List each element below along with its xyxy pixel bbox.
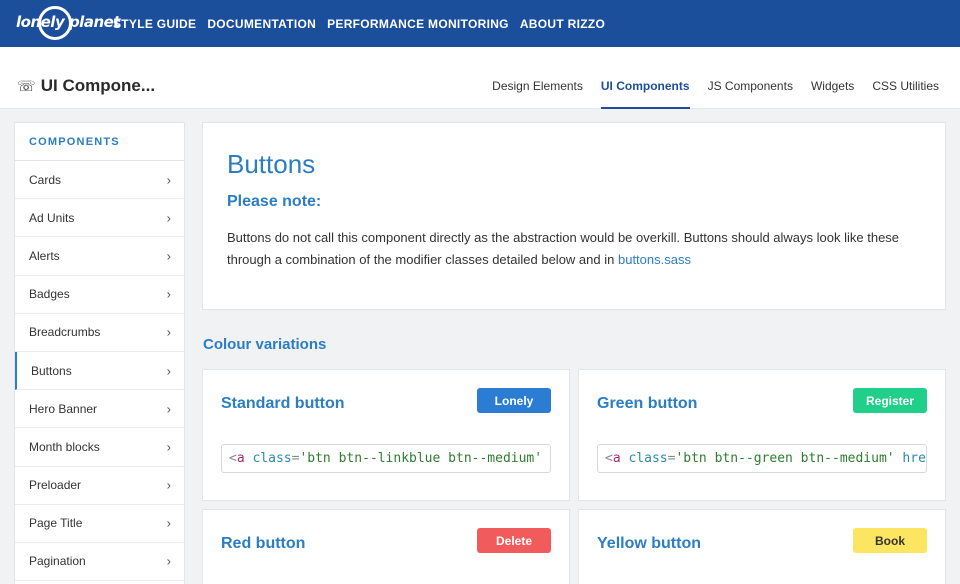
intro-paragraph: Buttons do not call this component direc… [227, 227, 927, 271]
topnav-documentation[interactable]: DOCUMENTATION [207, 17, 316, 31]
code-rest: hre [894, 451, 926, 466]
register-button[interactable]: Register [853, 388, 927, 413]
chevron-right-icon: › [166, 324, 171, 340]
tab-design-elements[interactable]: Design Elements [492, 47, 583, 109]
sidebar-item-ad-units[interactable]: Ad Units › [15, 199, 184, 238]
card-yellow-button: Yellow button Book [578, 509, 946, 584]
section-tabs: Design Elements UI Components JS Compone… [492, 47, 939, 109]
chevron-right-icon: › [166, 401, 171, 417]
chevron-right-icon: › [166, 210, 171, 226]
top-nav: STYLE GUIDE DOCUMENTATION PERFORMANCE MO… [113, 0, 605, 47]
sidebar-item-pagination[interactable]: Pagination › [15, 543, 184, 582]
code-tag: a [236, 451, 245, 466]
code-eq: = [667, 451, 676, 466]
sidebar-item-page-title[interactable]: Page Title › [15, 505, 184, 543]
tab-css-utilities[interactable]: CSS Utilities [872, 47, 939, 109]
lonely-planet-logo[interactable]: lonely planet [16, 6, 120, 42]
tab-ui-components[interactable]: UI Components [600, 47, 690, 109]
page-title-text: UI Compone... [40, 76, 156, 95]
card-title: Green button [597, 395, 698, 412]
code-lt: < [605, 451, 613, 466]
book-button[interactable]: Book [853, 528, 927, 553]
chevron-right-icon: › [166, 477, 171, 493]
code-eq: = [291, 451, 300, 466]
sidebar-item-preloader[interactable]: Preloader › [15, 467, 184, 505]
chevron-right-icon: › [166, 248, 171, 264]
chevron-right-icon: › [166, 515, 171, 531]
page-title: ☏ UI Compone... [17, 76, 155, 96]
chevron-right-icon: › [166, 553, 171, 569]
code-tag: a [612, 451, 621, 466]
sidebar-item-label: Ad Units [29, 210, 75, 225]
sidebar-item-label: Badges [29, 287, 70, 302]
code-value: 'btn btn--green btn--medium' [675, 451, 895, 466]
code-attr: class [628, 451, 668, 466]
sidebar-item-cards[interactable]: Cards › [15, 161, 184, 200]
intro-panel: Buttons Please note: Buttons do not call… [202, 122, 946, 310]
note-heading: Please note: [227, 193, 322, 210]
sidebar-item-breadcrumbs[interactable]: Breadcrumbs › [15, 314, 184, 352]
code-snippet[interactable]: < a class ='btn btn--linkblue btn--medium' [221, 444, 551, 473]
sidebar-item-label: Hero Banner [29, 401, 98, 416]
card-red-button: Red button Delete [202, 509, 570, 584]
code-lt: < [229, 451, 237, 466]
logo-text: lonely planet [16, 13, 120, 31]
card-green-button: Green button Register < a class ='btn btn-… [578, 369, 946, 501]
tab-js-components[interactable]: JS Components [708, 47, 793, 109]
sidebar-item-label: Pagination [29, 554, 86, 569]
tab-widgets[interactable]: Widgets [811, 47, 854, 109]
sidebar-item-label: Month blocks [29, 439, 100, 454]
card-title: Standard button [221, 395, 345, 412]
sidebar-item-label: Buttons [31, 363, 72, 378]
intro-body: Buttons do not call this component direc… [227, 230, 900, 267]
components-sidebar: COMPONENTS Cards › Ad Units › Alerts › Badg… [14, 122, 185, 584]
top-bar: lonely planet STYLE GUIDE DOCUMENTATION … [0, 0, 960, 47]
sidebar-item-label: Cards [29, 172, 62, 187]
lonely-button[interactable]: Lonely [477, 388, 551, 413]
chevron-right-icon: › [166, 439, 171, 455]
topnav-style-guide[interactable]: STYLE GUIDE [113, 17, 196, 31]
buttons-sass-link[interactable]: buttons.sass [618, 252, 691, 267]
code-value: 'btn btn--linkblue btn--medium' [299, 451, 543, 466]
components-icon: ☏ [17, 78, 36, 95]
code-snippet[interactable]: < a class ='btn btn--green btn--medium' hr… [597, 444, 927, 473]
card-standard-button: Standard button Lonely < a class ='btn btn… [202, 369, 570, 501]
sidebar-item-hero-banner[interactable]: Hero Banner › [15, 390, 184, 429]
delete-button[interactable]: Delete [477, 528, 551, 553]
sub-header: ☏ UI Compone... Design Elements UI Compo… [0, 47, 960, 109]
sidebar-item-month-blocks[interactable]: Month blocks › [15, 428, 184, 467]
chevron-right-icon: › [166, 286, 171, 302]
card-title: Yellow button [597, 535, 701, 552]
sidebar-item-buttons[interactable]: Buttons › [15, 351, 184, 391]
colour-variations-heading: Colour variations [203, 336, 327, 353]
topnav-performance-monitoring[interactable]: PERFORMANCE MONITORING [327, 17, 509, 31]
sidebar-item-label: Preloader [29, 478, 82, 493]
sidebar-item-label: Alerts [29, 248, 60, 263]
code-attr: class [252, 451, 292, 466]
topnav-about-rizzo[interactable]: ABOUT RIZZO [520, 17, 605, 31]
card-title: Red button [221, 535, 306, 552]
sidebar-heading: COMPONENTS [15, 123, 184, 161]
sidebar-item-alerts[interactable]: Alerts › [15, 237, 184, 276]
section-heading: Buttons [227, 149, 316, 179]
sidebar-item-label: Breadcrumbs [29, 325, 101, 340]
chevron-right-icon: › [166, 363, 171, 379]
chevron-right-icon: › [166, 172, 171, 188]
sidebar-item-label: Page Title [29, 516, 83, 531]
sidebar-item-badges[interactable]: Badges › [15, 276, 184, 314]
